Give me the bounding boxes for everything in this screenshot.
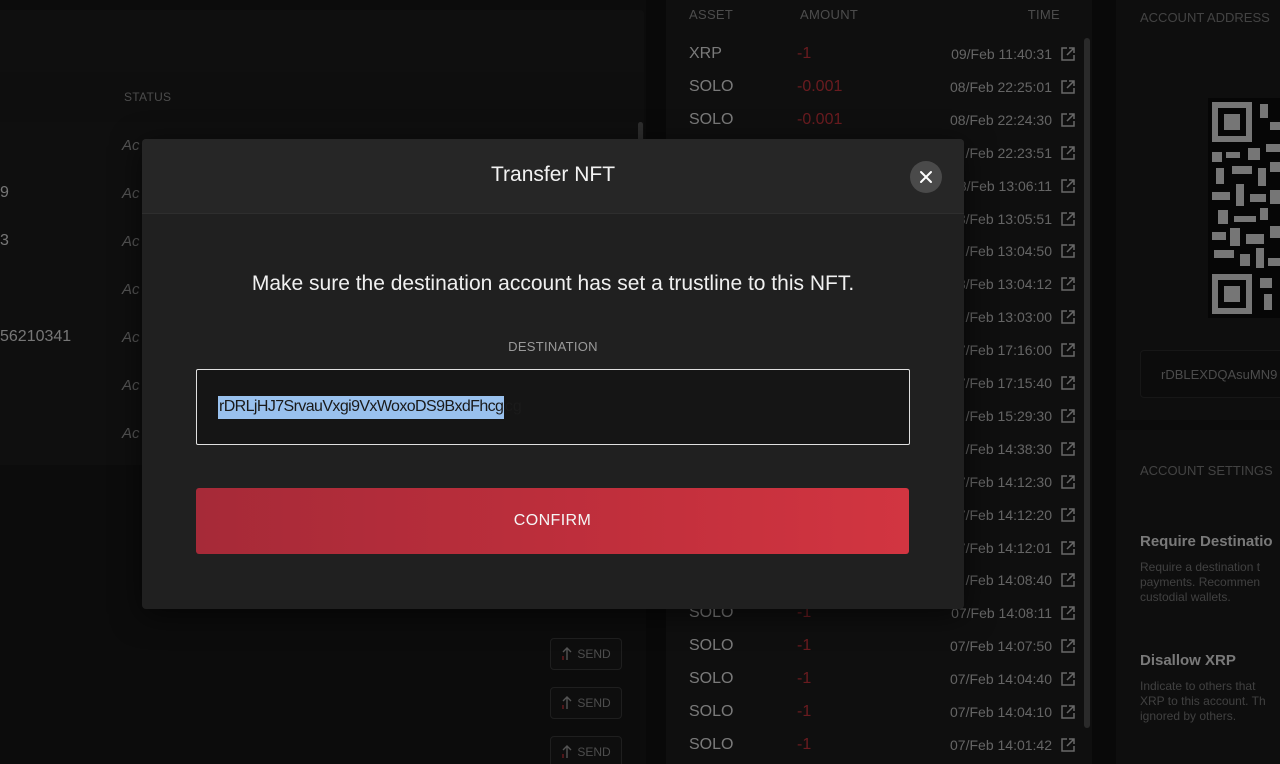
transfer-nft-dialog: Transfer NFT Make sure the destination a… [142, 139, 964, 609]
destination-label: DESTINATION [508, 339, 598, 354]
close-button[interactable] [910, 161, 942, 193]
dialog-title: Transfer NFT [490, 163, 616, 186]
dialog-message: Make sure the destination account has se… [251, 272, 855, 295]
dialog-header: Transfer NFT [142, 139, 964, 214]
close-icon [920, 171, 932, 183]
confirm-button[interactable]: CONFIRM [196, 488, 909, 554]
destination-selected-text: rDRLjHJ7SrvauVxgi9VxWoxoDS9BxdFhcg [218, 396, 505, 419]
